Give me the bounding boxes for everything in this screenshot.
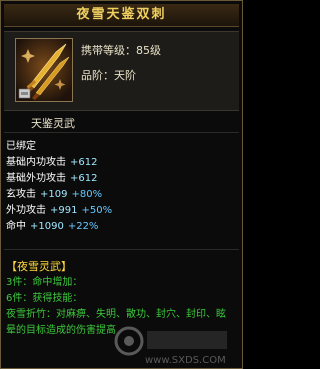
- set-bonus-line: 3件：命中增加：: [6, 277, 83, 288]
- set-skill-description: 夜雪折竹：对麻痹、失明、散功、封穴、封印、眩晕的目标造成的伤害提高: [6, 309, 226, 336]
- item-tooltip: 夜雪天鉴双刺 携带等级：85级 品阶：天阶 天鉴灵武 已绑定 基础内功攻击 +6…: [0, 0, 243, 369]
- stat-value: +612: [70, 173, 98, 184]
- stat-value: +1090: [30, 221, 64, 232]
- set-title: 【夜雪灵武】: [6, 260, 72, 273]
- set-bonus: 【夜雪灵武】 3件：命中增加： 6件：获得技能： 夜雪折竹：对麻痹、失明、散功、…: [6, 259, 234, 339]
- stat-row: 基础外功攻击 +612: [6, 171, 112, 187]
- stat-name: 基础内功攻击: [6, 157, 66, 168]
- stat-value: +109: [40, 189, 68, 200]
- divider: [4, 249, 239, 250]
- stat-name: 外功攻击: [6, 205, 46, 216]
- divider: [4, 132, 239, 133]
- stat-value: +612: [70, 157, 98, 168]
- carry-level-value: 85级: [136, 44, 161, 57]
- stat-name: 命中: [6, 221, 26, 232]
- stat-value: +991: [50, 205, 78, 216]
- carry-level-label: 携带等级：: [81, 44, 136, 57]
- stat-row: 基础内功攻击 +612: [6, 155, 112, 171]
- stat-row: 外功攻击 +991 +50%: [6, 203, 112, 219]
- item-grade: 品阶：天阶: [81, 67, 136, 83]
- stat-percent: +50%: [81, 205, 113, 216]
- item-subtitle: 天鉴灵武: [31, 117, 75, 130]
- stat-row: 命中 +1090 +22%: [6, 219, 112, 235]
- set-bonus-line: 6件：获得技能：: [6, 293, 83, 304]
- stat-percent: +80%: [71, 189, 103, 200]
- item-grade-label: 品阶：: [81, 69, 114, 82]
- stats-list: 已绑定 基础内功攻击 +612 基础外功攻击 +612 玄攻击 +109 +80% 外功…: [6, 139, 112, 235]
- item-grade-value: 天阶: [114, 69, 136, 82]
- item-name: 夜雪天鉴双刺: [4, 4, 239, 27]
- dual-dagger-icon[interactable]: [15, 38, 73, 102]
- stat-percent: +22%: [67, 221, 99, 232]
- stat-name: 基础外功攻击: [6, 173, 66, 184]
- item-header-panel: 携带等级：85级 品阶：天阶: [4, 31, 239, 111]
- bound-status: 已绑定: [6, 141, 36, 152]
- stat-row: 玄攻击 +109 +80%: [6, 187, 112, 203]
- carry-level: 携带等级：85级: [81, 42, 161, 58]
- stat-name: 玄攻击: [6, 189, 36, 200]
- watermark-text: www.SXDS.COM: [145, 355, 226, 366]
